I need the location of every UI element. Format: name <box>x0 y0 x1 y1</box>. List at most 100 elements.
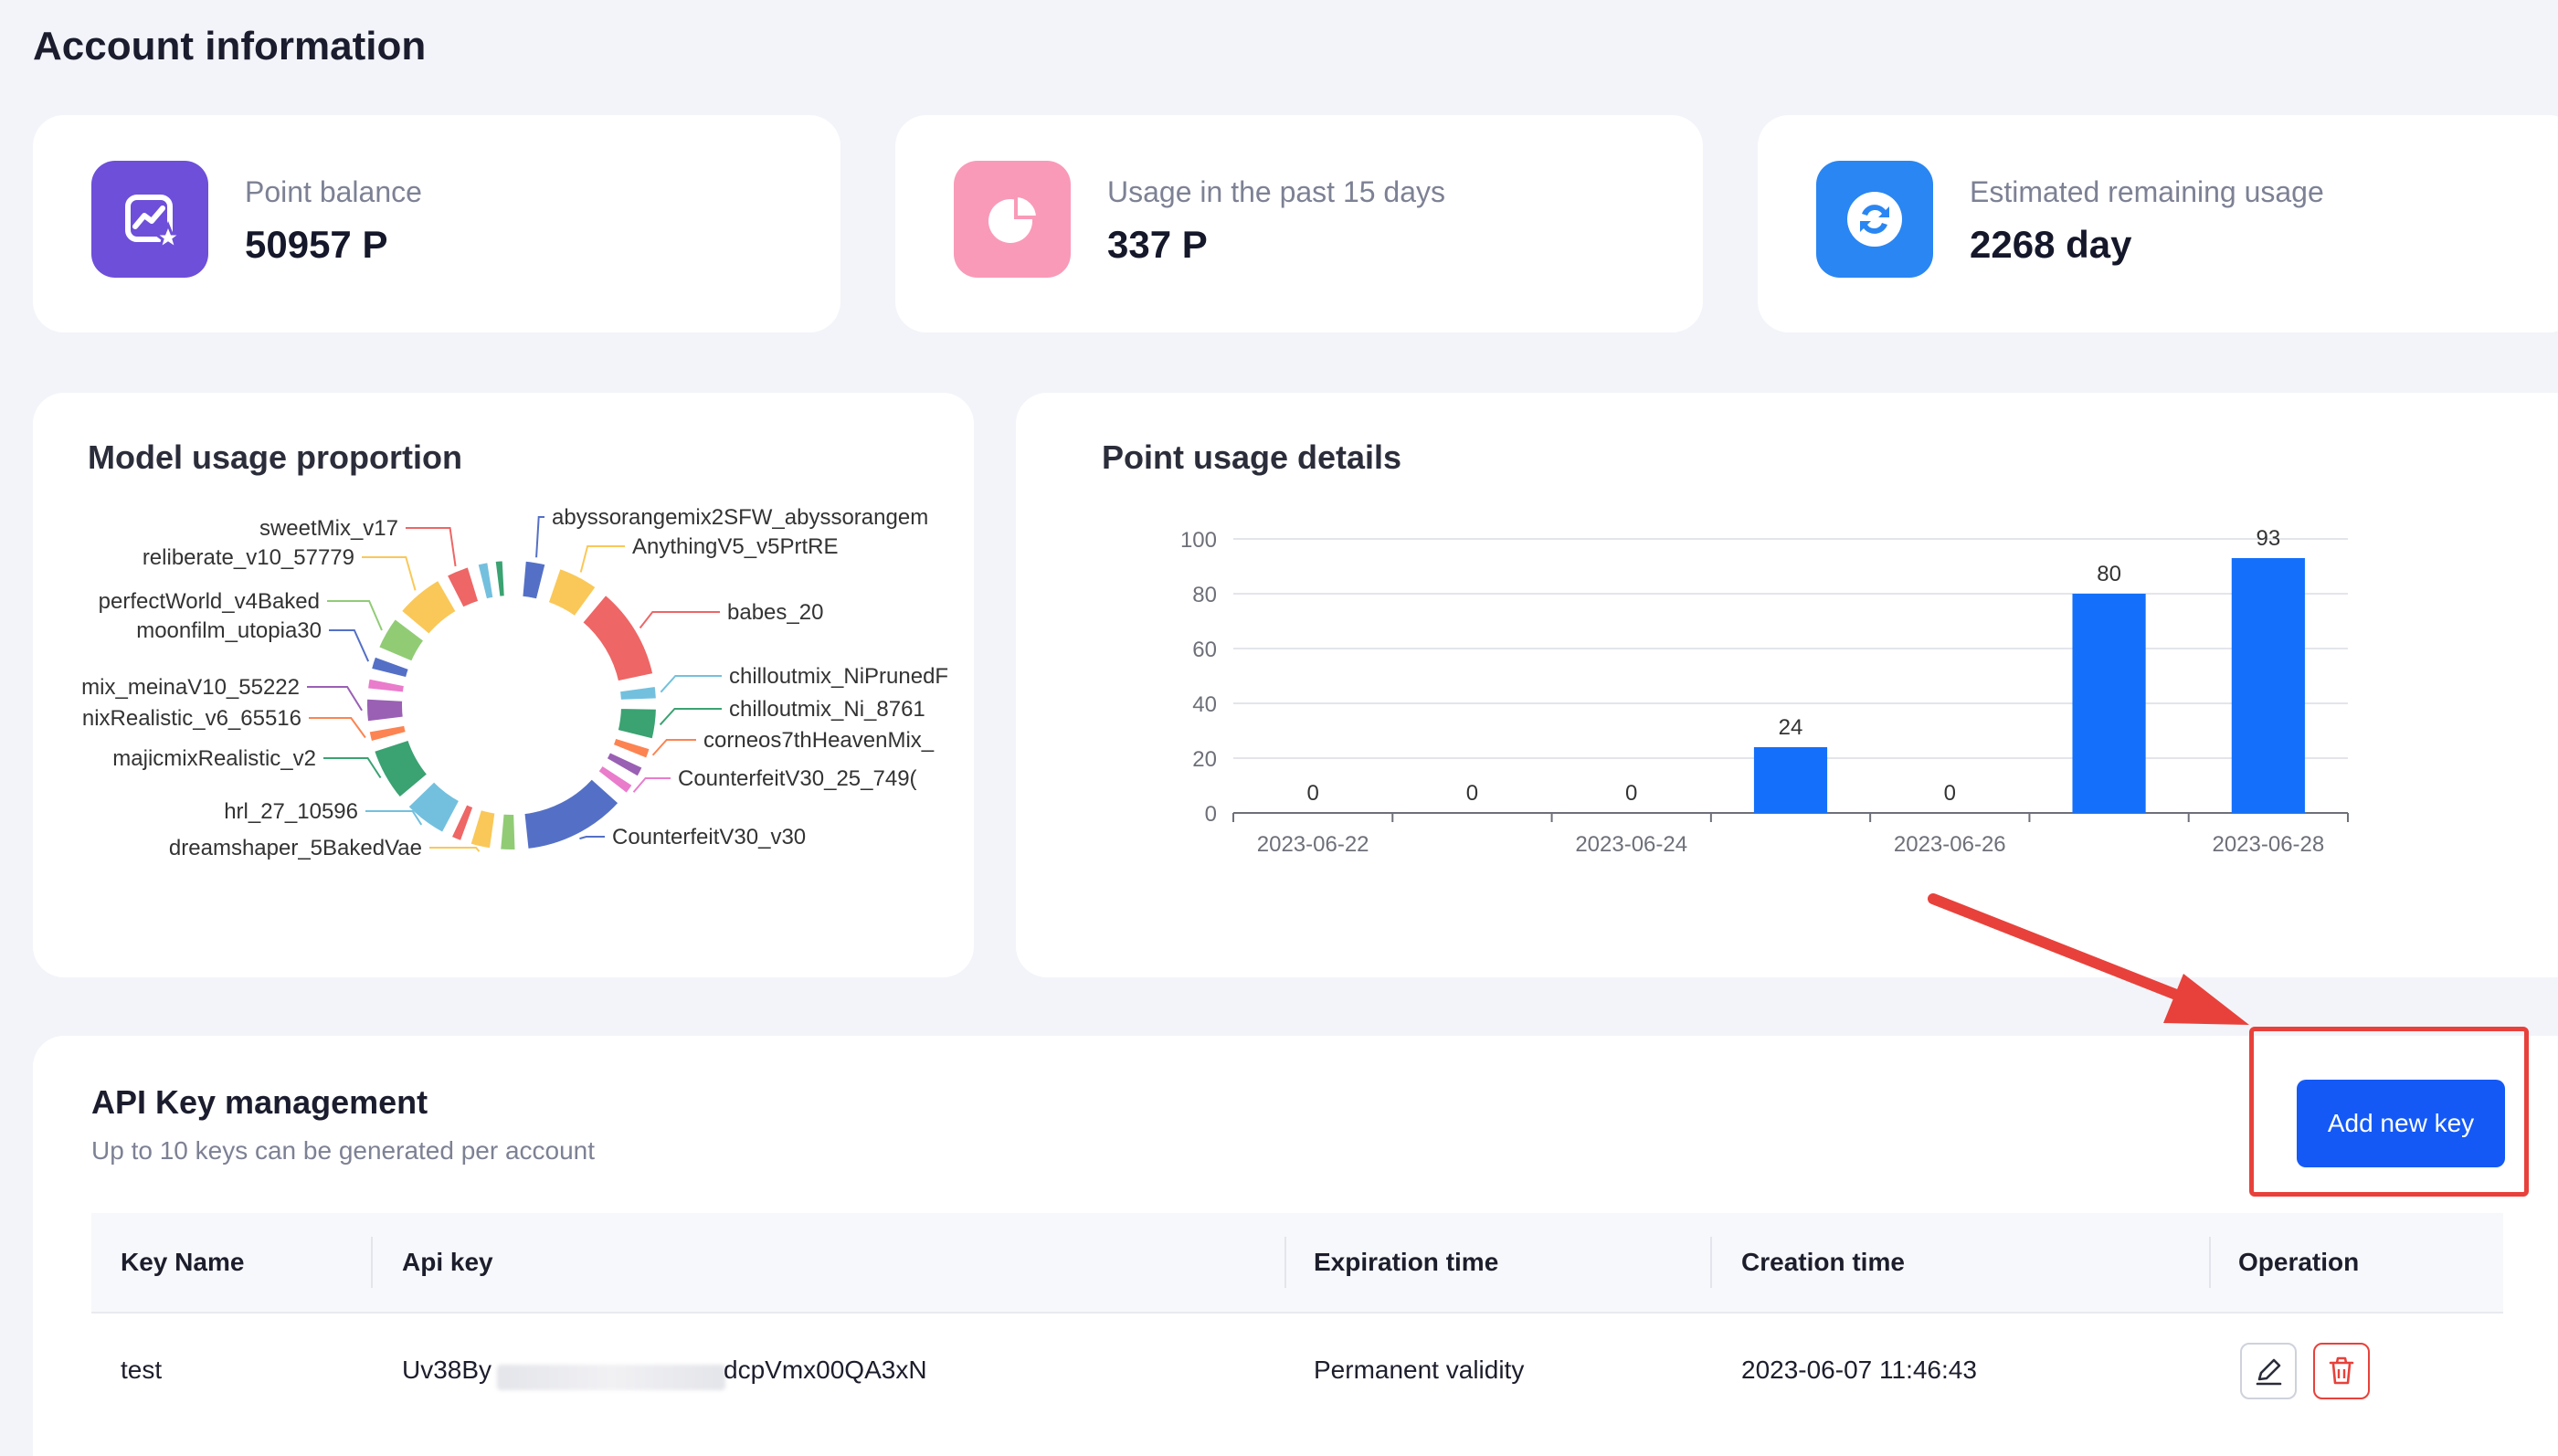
donut-label: reliberate_v10_57779 <box>143 545 354 570</box>
creation-cell: 2023-06-07 11:46:43 <box>1741 1356 1977 1384</box>
column-header-expiration: Expiration time <box>1314 1248 1499 1276</box>
donut-segment <box>578 591 657 685</box>
bar-value-label: 0 <box>1944 781 1956 806</box>
donut-segment <box>497 810 519 853</box>
donut-label-line <box>323 757 382 779</box>
redacted-blur <box>497 1365 725 1390</box>
api-key-end: dcpVmx00QA3xN <box>724 1356 927 1384</box>
model-usage-donut-chart: abyssorangemix2SFW_abyssorangem AnythingV… <box>81 505 948 860</box>
chart-star-icon <box>91 161 208 278</box>
donut-label: moonfilm_utopia30 <box>136 618 322 643</box>
donut-label-line <box>327 600 383 631</box>
table-row: test Uv38By dcpVmx00QA3xN Permanent vali… <box>91 1312 2503 1429</box>
donut-label: corneos7thHeavenMix_ <box>703 728 935 753</box>
page-title: Account information <box>33 24 427 69</box>
donut-label-line <box>535 516 544 558</box>
stat-value: 337 P <box>1107 223 1208 266</box>
donut-segment <box>370 736 431 801</box>
column-divider <box>2209 1237 2211 1288</box>
donut-label: perfectWorld_v4Baked <box>99 589 320 614</box>
panel-title: Point usage details <box>1102 438 1402 476</box>
edit-button[interactable] <box>2240 1343 2297 1399</box>
donut-label: chilloutmix_Ni_8761 <box>729 697 925 722</box>
donut-segment <box>614 705 660 743</box>
donut-segment <box>519 557 549 603</box>
donut-label-line <box>651 739 696 756</box>
stat-value: 50957 P <box>245 223 388 266</box>
donut-label-line <box>362 556 417 591</box>
bar-value-label: 24 <box>1779 715 1803 740</box>
y-tick-label: 20 <box>1192 747 1217 772</box>
donut-label-line <box>660 675 722 693</box>
column-header-creation: Creation time <box>1741 1248 1905 1276</box>
donut-label: CounterfeitV30_25_749( <box>678 766 917 791</box>
donut-label-line <box>406 527 457 567</box>
add-new-key-button[interactable]: Add new key <box>2297 1080 2505 1167</box>
api-title: API Key management <box>91 1083 428 1121</box>
donut-label: dreamshaper_5BakedVae <box>169 836 422 860</box>
donut-segment <box>364 695 407 725</box>
api-subtitle: Up to 10 keys can be generated per accou… <box>91 1136 596 1165</box>
stat-value: 2268 day <box>1970 223 2132 266</box>
bar-value-label: 0 <box>1625 781 1637 806</box>
donut-label-line <box>632 777 671 793</box>
bar-value-label: 0 <box>1306 781 1318 806</box>
y-tick-label: 80 <box>1192 583 1217 607</box>
table-header: Key Name Api key Expiration time Creatio… <box>91 1213 2503 1314</box>
key-name-cell: test <box>121 1356 163 1384</box>
donut-label-line <box>429 847 481 852</box>
donut-label: AnythingV5_v5PrtRE <box>632 534 838 559</box>
bar <box>1753 747 1828 813</box>
column-divider <box>1284 1237 1286 1288</box>
remaining-usage-card: Estimated remaining usage 2268 day <box>1758 115 2558 332</box>
bar-value-label: 0 <box>1466 781 1478 806</box>
bar-value-label: 80 <box>2097 562 2121 586</box>
donut-label: nixRealistic_v6_65516 <box>82 706 301 731</box>
donut-label-line <box>329 629 370 662</box>
bar-value-label: 93 <box>2257 526 2281 551</box>
donut-label-line <box>579 836 605 840</box>
donut-segment <box>521 775 622 853</box>
x-tick-label: 2023-06-24 <box>1575 832 1687 857</box>
x-tick-label: 2023-06-28 <box>2212 832 2324 857</box>
column-header-key-name: Key Name <box>121 1248 245 1276</box>
bar <box>2231 558 2305 813</box>
usage-15-days-card: Usage in the past 15 days 337 P <box>895 115 1703 332</box>
pencil-icon <box>2256 1358 2282 1386</box>
trash-icon <box>2329 1356 2354 1385</box>
donut-label-line <box>307 686 363 712</box>
donut-label-line <box>639 611 720 629</box>
stat-label: Usage in the past 15 days <box>1107 175 1446 208</box>
donut-label: abyssorangemix2SFW_abyssorangem <box>552 505 928 530</box>
pie-icon <box>954 161 1071 278</box>
donut-label: babes_20 <box>727 600 823 625</box>
donut-label-line <box>579 545 625 573</box>
stat-label: Estimated remaining usage <box>1970 175 2324 208</box>
y-tick-label: 100 <box>1180 528 1217 553</box>
api-key-start: Uv38By <box>402 1356 492 1384</box>
donut-segment <box>616 682 660 703</box>
column-header-operation: Operation <box>2238 1248 2360 1276</box>
point-balance-card: Point balance 50957 P <box>33 115 840 332</box>
bar <box>2072 594 2146 813</box>
donut-label: hrl_27_10596 <box>224 799 358 824</box>
donut-label: sweetMix_v17 <box>259 516 398 541</box>
expiration-cell: Permanent validity <box>1314 1356 1525 1384</box>
refresh-icon <box>1816 161 1933 278</box>
donut-label-line <box>309 717 366 739</box>
donut-label: mix_meinaV10_55222 <box>81 675 300 700</box>
stat-label: Point balance <box>245 175 422 208</box>
annotation-arrow <box>1928 893 2249 1025</box>
x-tick-label: 2023-06-22 <box>1257 832 1369 857</box>
y-tick-label: 0 <box>1205 802 1217 827</box>
y-tick-label: 60 <box>1192 638 1217 662</box>
donut-label-line <box>365 810 423 826</box>
column-header-api-key: Api key <box>402 1248 493 1276</box>
x-tick-label: 2023-06-26 <box>1894 832 2006 857</box>
delete-button[interactable] <box>2313 1343 2370 1399</box>
y-tick-label: 40 <box>1192 692 1217 717</box>
column-divider <box>371 1237 373 1288</box>
donut-label: majicmixRealistic_v2 <box>112 746 316 771</box>
point-usage-bar-chart: 0 20 40 60 80 100 0 0 0 24 0 80 93 2023-06-22 2023-06-… <box>1180 526 2349 857</box>
donut-segment <box>364 675 408 696</box>
